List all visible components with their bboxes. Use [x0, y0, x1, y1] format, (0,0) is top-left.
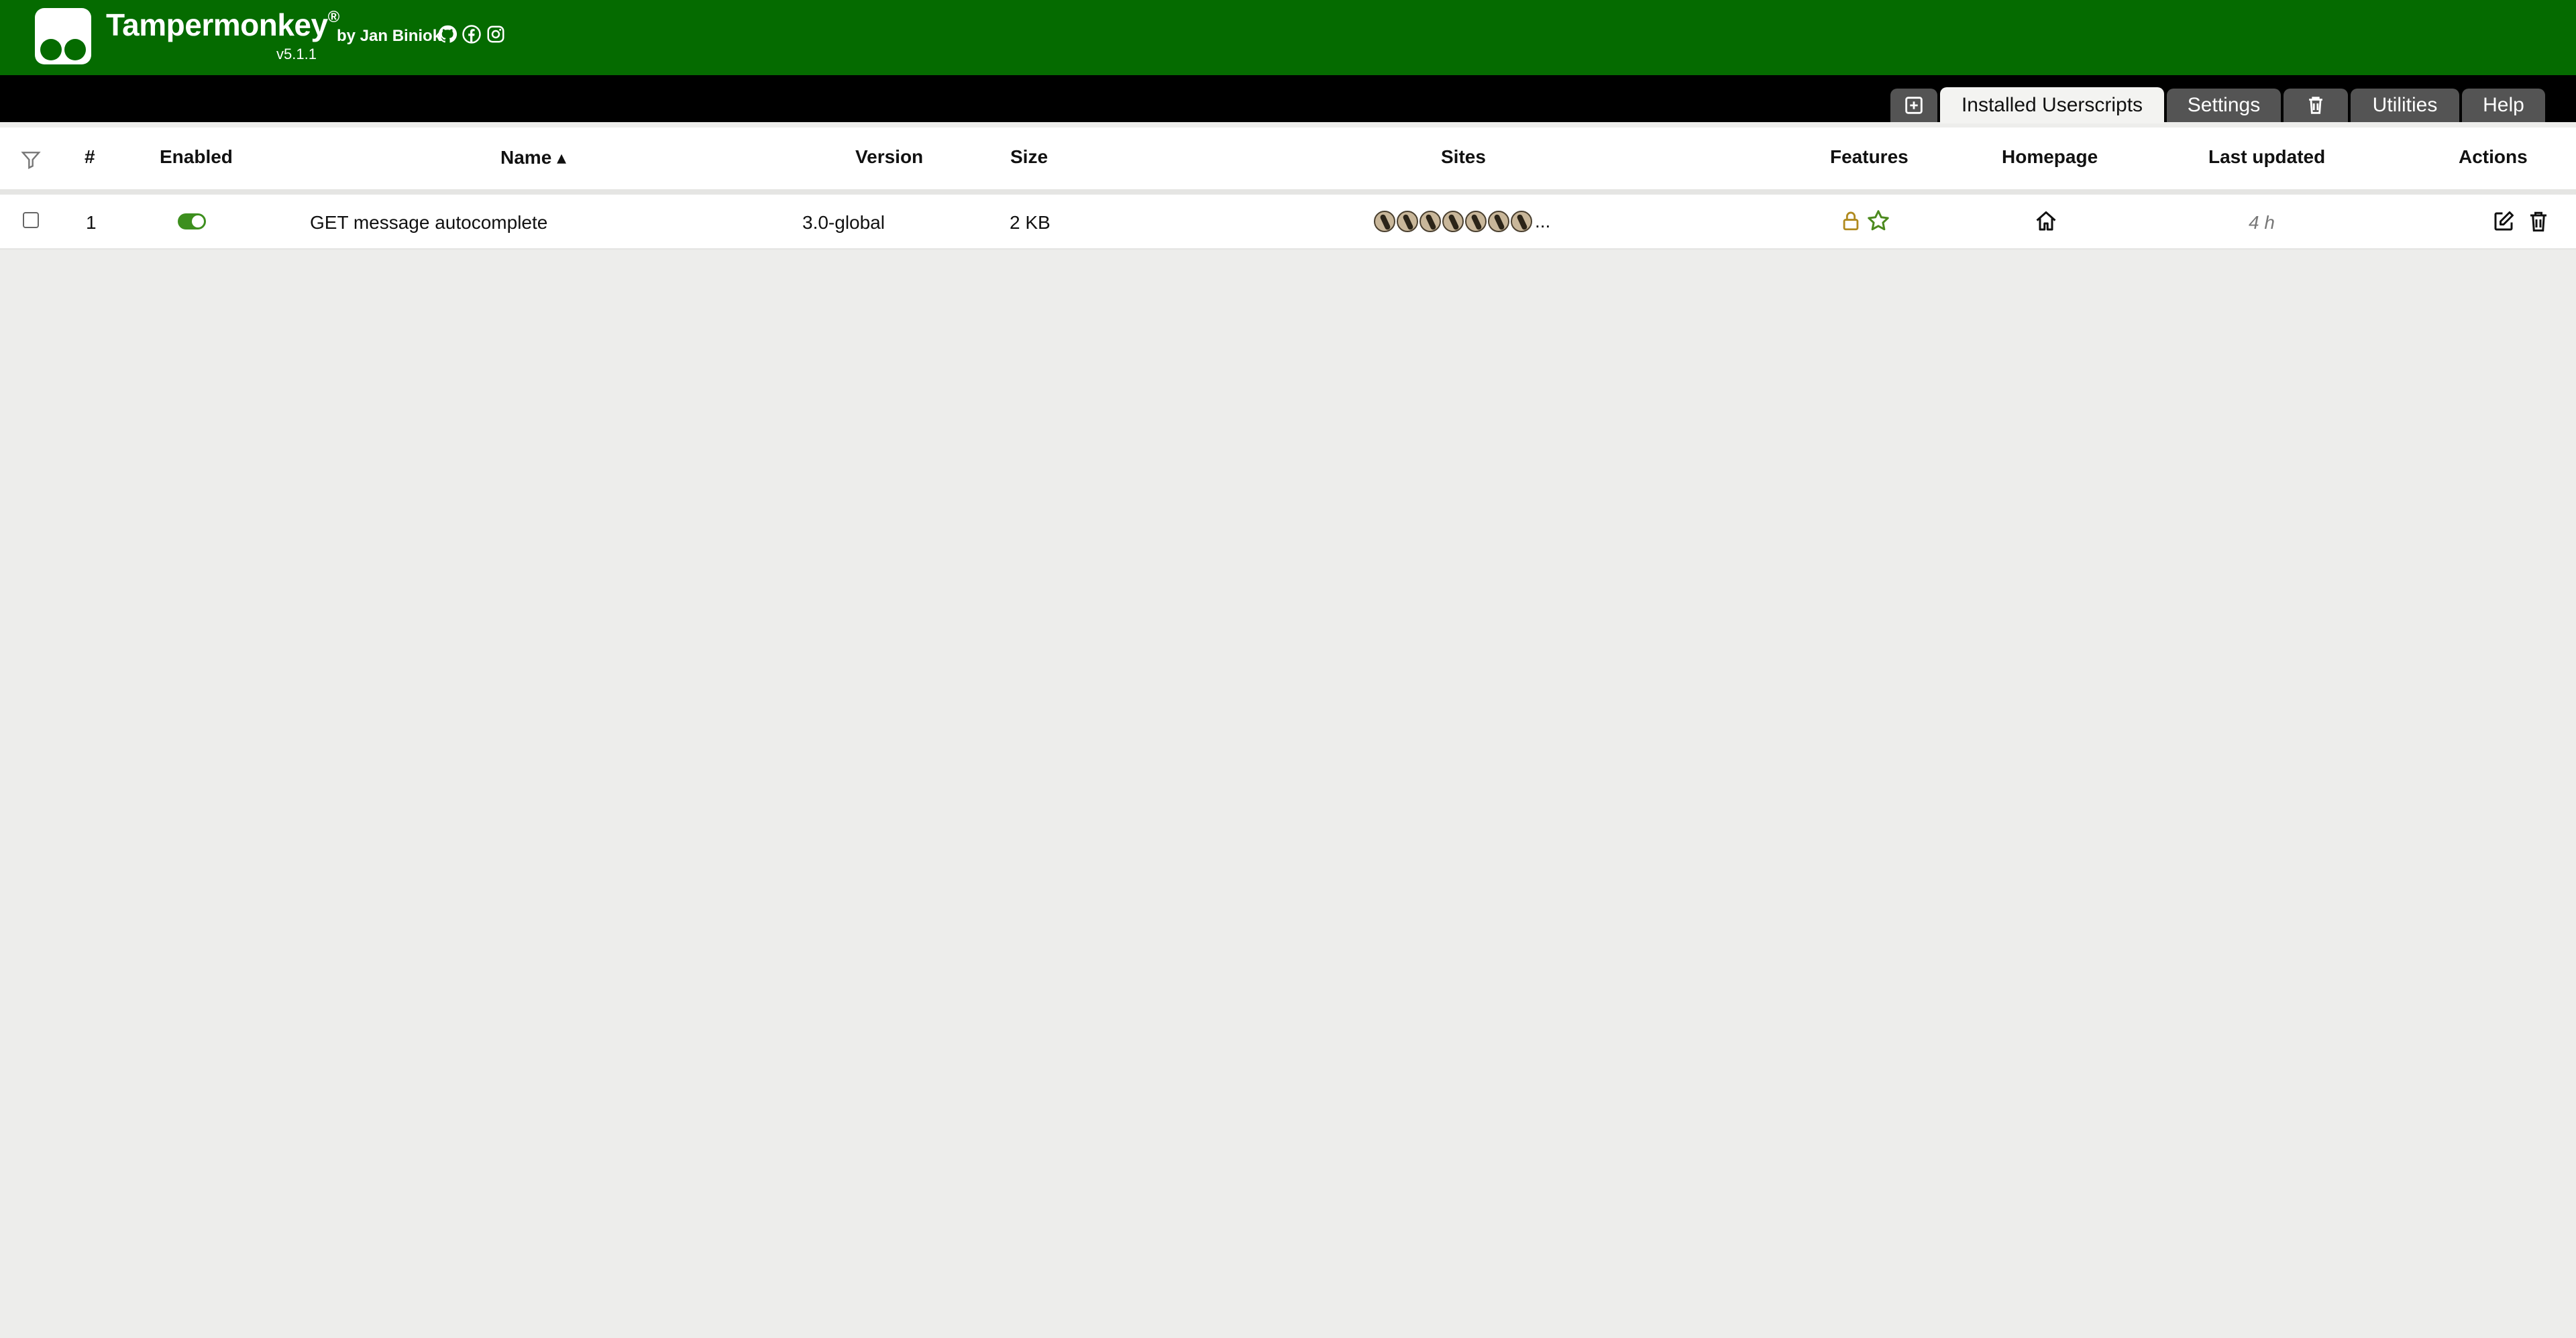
- github-icon[interactable]: [437, 24, 458, 44]
- brand-title: Tampermonkey®: [106, 7, 339, 42]
- column-sites[interactable]: Sites: [1441, 146, 1486, 168]
- trash-icon: [2309, 97, 2322, 114]
- tab-installed-userscripts[interactable]: Installed Userscripts: [1940, 87, 2164, 123]
- table-row[interactable]: 1 GET message autocomplete 3.0-global 2 …: [0, 195, 2576, 250]
- site-favicon-icon: [1374, 211, 1395, 232]
- column-enabled[interactable]: Enabled: [160, 146, 233, 168]
- site-favicon-icon: [1442, 211, 1464, 232]
- site-favicon-icon: [1465, 211, 1487, 232]
- column-last-updated[interactable]: Last updated: [2208, 146, 2325, 168]
- column-features[interactable]: Features: [1830, 146, 1909, 168]
- home-icon[interactable]: [2034, 209, 2058, 234]
- tab-bar: Installed Userscripts Settings Utilities…: [0, 75, 2576, 123]
- add-script-icon: [1905, 97, 1923, 114]
- column-homepage[interactable]: Homepage: [2002, 146, 2098, 168]
- lock-icon[interactable]: [1839, 209, 1862, 232]
- social-links: [437, 24, 506, 44]
- row-number: 1: [86, 212, 97, 233]
- tab-settings[interactable]: Settings: [2167, 89, 2281, 122]
- version-label: v5.1.1: [276, 46, 317, 62]
- tab-utilities[interactable]: Utilities: [2351, 89, 2459, 122]
- tampermonkey-logo-icon: [35, 8, 91, 64]
- sites-more: ...: [1535, 211, 1551, 231]
- edit-icon[interactable]: [2491, 209, 2516, 234]
- tab-help[interactable]: Help: [2462, 89, 2545, 122]
- app-header: Tampermonkey® by Jan Biniok v5.1.1: [0, 0, 2576, 75]
- row-select-checkbox[interactable]: [23, 212, 39, 228]
- author-byline: by Jan Biniok: [337, 27, 442, 45]
- scripts-table-header: # Enabled Name ▴ Version Size Sites Feat…: [0, 127, 2576, 195]
- script-version: 3.0-global: [802, 212, 885, 233]
- script-name[interactable]: GET message autocomplete: [310, 212, 547, 234]
- column-size[interactable]: Size: [1010, 146, 1048, 168]
- script-size: 2 KB: [1010, 212, 1051, 233]
- column-name[interactable]: Name ▴: [500, 146, 566, 168]
- instagram-icon[interactable]: [486, 24, 506, 44]
- enabled-toggle[interactable]: [178, 213, 206, 229]
- site-favicon-icon: [1419, 211, 1441, 232]
- facebook-icon[interactable]: [462, 24, 482, 44]
- filter-icon[interactable]: [20, 149, 42, 170]
- column-number: #: [85, 146, 95, 167]
- delete-icon[interactable]: [2526, 209, 2551, 234]
- star-icon[interactable]: [1866, 209, 1890, 233]
- site-favicon-icon: [1488, 211, 1509, 232]
- column-actions: Actions: [2459, 146, 2528, 167]
- tab-trash[interactable]: [2284, 89, 2348, 122]
- site-favicon-icon: [1511, 211, 1532, 232]
- sites-list[interactable]: ...: [1374, 211, 1550, 232]
- site-favicon-icon: [1397, 211, 1418, 232]
- column-version[interactable]: Version: [855, 146, 923, 168]
- tab-add-script[interactable]: [1890, 89, 1937, 122]
- last-updated: 4 h: [2249, 212, 2275, 233]
